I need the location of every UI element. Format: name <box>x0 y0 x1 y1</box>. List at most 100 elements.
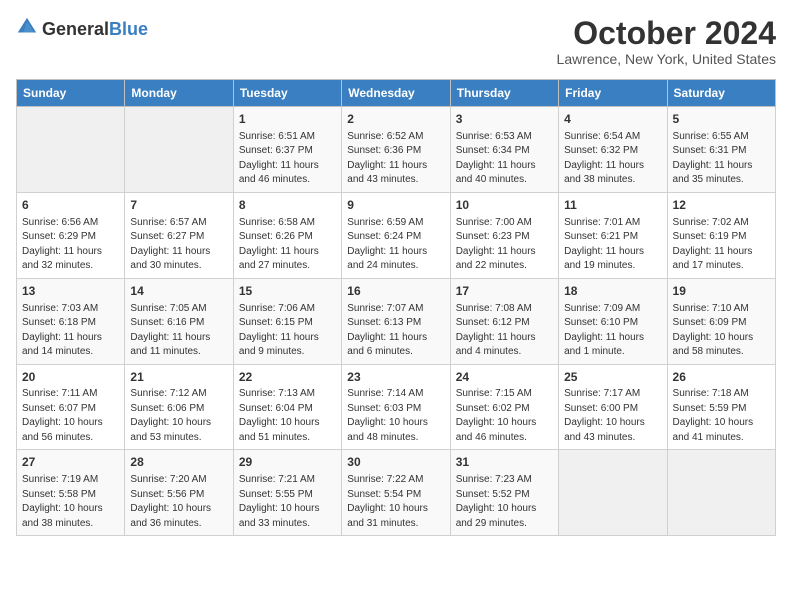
calendar-cell <box>667 450 775 536</box>
day-number: 15 <box>239 283 336 300</box>
calendar-cell: 21Sunrise: 7:12 AMSunset: 6:06 PMDayligh… <box>125 364 233 450</box>
day-number: 20 <box>22 369 119 386</box>
calendar-cell: 18 Sunrise: 7:09 AMSunset: 6:10 PMDayligh… <box>559 278 667 364</box>
calendar-cell: 2Sunrise: 6:52 AMSunset: 6:36 PMDaylight… <box>342 107 450 193</box>
logo-icon <box>16 16 38 38</box>
weekday-header-wednesday: Wednesday <box>342 80 450 107</box>
day-number: 2 <box>347 111 444 128</box>
calendar-week-5: 27 Sunrise: 7:19 AMSunset: 5:58 PMDayligh… <box>17 450 776 536</box>
calendar-cell: 14 Sunrise: 7:05 AMSunset: 6:16 PMDayligh… <box>125 278 233 364</box>
day-info: Sunrise: 7:18 AMSunset: 5:59 PMDaylight:… <box>673 387 770 445</box>
calendar-cell: 7 Sunrise: 6:57 AMSunset: 6:27 PMDaylight… <box>125 192 233 278</box>
day-number: 19 <box>673 283 770 300</box>
day-number: 16 <box>347 283 444 300</box>
day-number: 25 <box>564 369 661 386</box>
day-info: Sunrise: 7:01 AMSunset: 6:21 PMDaylight:… <box>564 216 661 274</box>
weekday-header-thursday: Thursday <box>450 80 558 107</box>
calendar-cell: 1 Sunrise: 6:51 AMSunset: 6:37 PMDaylight… <box>233 107 341 193</box>
weekday-row: SundayMondayTuesdayWednesdayThursdayFrid… <box>17 80 776 107</box>
day-info: Sunrise: 7:23 AMSunset: 5:52 PMDaylight:… <box>456 473 553 531</box>
calendar-cell: 30 Sunrise: 7:22 AMSunset: 5:54 PMDayligh… <box>342 450 450 536</box>
calendar-cell: 13 Sunrise: 7:03 AMSunset: 6:18 PMDayligh… <box>17 278 125 364</box>
calendar-cell: 10Sunrise: 7:00 AMSunset: 6:23 PMDayligh… <box>450 192 558 278</box>
day-info: Sunrise: 7:20 AMSunset: 5:56 PMDaylight:… <box>130 473 227 531</box>
day-number: 24 <box>456 369 553 386</box>
day-info: Sunrise: 6:58 AMSunset: 6:26 PMDaylight:… <box>239 216 336 274</box>
day-info: Sunrise: 6:57 AMSunset: 6:27 PMDaylight:… <box>130 216 227 274</box>
day-info: Sunrise: 7:09 AMSunset: 6:10 PMDaylight:… <box>564 302 661 360</box>
day-info: Sunrise: 7:12 AMSunset: 6:06 PMDaylight:… <box>130 387 227 445</box>
weekday-header-sunday: Sunday <box>17 80 125 107</box>
day-number: 3 <box>456 111 553 128</box>
page-header: GeneralBlue October 2024 Lawrence, New Y… <box>16 16 776 67</box>
day-number: 14 <box>130 283 227 300</box>
day-number: 4 <box>564 111 661 128</box>
day-number: 10 <box>456 197 553 214</box>
day-number: 21 <box>130 369 227 386</box>
day-info: Sunrise: 6:56 AMSunset: 6:29 PMDaylight:… <box>22 216 119 274</box>
day-number: 13 <box>22 283 119 300</box>
day-info: Sunrise: 7:02 AMSunset: 6:19 PMDaylight:… <box>673 216 770 274</box>
day-info: Sunrise: 7:10 AMSunset: 6:09 PMDaylight:… <box>673 302 770 360</box>
day-number: 23 <box>347 369 444 386</box>
day-number: 17 <box>456 283 553 300</box>
calendar-week-1: 1 Sunrise: 6:51 AMSunset: 6:37 PMDaylight… <box>17 107 776 193</box>
calendar-cell: 15Sunrise: 7:06 AMSunset: 6:15 PMDayligh… <box>233 278 341 364</box>
calendar-cell: 27 Sunrise: 7:19 AMSunset: 5:58 PMDayligh… <box>17 450 125 536</box>
day-info: Sunrise: 7:19 AMSunset: 5:58 PMDaylight:… <box>22 473 119 531</box>
calendar-cell <box>125 107 233 193</box>
day-number: 30 <box>347 454 444 471</box>
day-info: Sunrise: 7:03 AMSunset: 6:18 PMDaylight:… <box>22 302 119 360</box>
day-number: 5 <box>673 111 770 128</box>
month-title: October 2024 <box>557 16 776 51</box>
location: Lawrence, New York, United States <box>557 51 776 67</box>
calendar-cell: 24Sunrise: 7:15 AMSunset: 6:02 PMDayligh… <box>450 364 558 450</box>
calendar-cell: 6 Sunrise: 6:56 AMSunset: 6:29 PMDaylight… <box>17 192 125 278</box>
calendar-cell: 9Sunrise: 6:59 AMSunset: 6:24 PMDaylight… <box>342 192 450 278</box>
day-info: Sunrise: 7:21 AMSunset: 5:55 PMDaylight:… <box>239 473 336 531</box>
calendar-cell: 12 Sunrise: 7:02 AMSunset: 6:19 PMDayligh… <box>667 192 775 278</box>
day-number: 1 <box>239 111 336 128</box>
day-number: 11 <box>564 197 661 214</box>
calendar-cell: 3 Sunrise: 6:53 AMSunset: 6:34 PMDaylight… <box>450 107 558 193</box>
day-number: 8 <box>239 197 336 214</box>
day-info: Sunrise: 6:55 AMSunset: 6:31 PMDaylight:… <box>673 130 770 188</box>
calendar-cell: 17 Sunrise: 7:08 AMSunset: 6:12 PMDayligh… <box>450 278 558 364</box>
day-number: 31 <box>456 454 553 471</box>
calendar-cell: 4 Sunrise: 6:54 AMSunset: 6:32 PMDaylight… <box>559 107 667 193</box>
day-number: 26 <box>673 369 770 386</box>
day-number: 27 <box>22 454 119 471</box>
day-info: Sunrise: 7:08 AMSunset: 6:12 PMDaylight:… <box>456 302 553 360</box>
calendar-cell: 19 Sunrise: 7:10 AMSunset: 6:09 PMDayligh… <box>667 278 775 364</box>
day-info: Sunrise: 7:14 AMSunset: 6:03 PMDaylight:… <box>347 387 444 445</box>
calendar-week-3: 13 Sunrise: 7:03 AMSunset: 6:18 PMDayligh… <box>17 278 776 364</box>
calendar-cell <box>17 107 125 193</box>
calendar-cell: 11 Sunrise: 7:01 AMSunset: 6:21 PMDayligh… <box>559 192 667 278</box>
calendar-cell: 26Sunrise: 7:18 AMSunset: 5:59 PMDayligh… <box>667 364 775 450</box>
day-info: Sunrise: 7:11 AMSunset: 6:07 PMDaylight:… <box>22 387 119 445</box>
day-info: Sunrise: 6:51 AMSunset: 6:37 PMDaylight:… <box>239 130 336 188</box>
day-info: Sunrise: 7:22 AMSunset: 5:54 PMDaylight:… <box>347 473 444 531</box>
day-info: Sunrise: 7:17 AMSunset: 6:00 PMDaylight:… <box>564 387 661 445</box>
title-block: October 2024 Lawrence, New York, United … <box>557 16 776 67</box>
calendar-table: SundayMondayTuesdayWednesdayThursdayFrid… <box>16 79 776 536</box>
calendar-cell: 8 Sunrise: 6:58 AMSunset: 6:26 PMDaylight… <box>233 192 341 278</box>
day-info: Sunrise: 7:05 AMSunset: 6:16 PMDaylight:… <box>130 302 227 360</box>
day-number: 7 <box>130 197 227 214</box>
calendar-week-4: 20Sunrise: 7:11 AMSunset: 6:07 PMDayligh… <box>17 364 776 450</box>
day-number: 9 <box>347 197 444 214</box>
day-info: Sunrise: 6:53 AMSunset: 6:34 PMDaylight:… <box>456 130 553 188</box>
weekday-header-friday: Friday <box>559 80 667 107</box>
day-info: Sunrise: 7:15 AMSunset: 6:02 PMDaylight:… <box>456 387 553 445</box>
day-number: 18 <box>564 283 661 300</box>
calendar-week-2: 6 Sunrise: 6:56 AMSunset: 6:29 PMDaylight… <box>17 192 776 278</box>
day-info: Sunrise: 6:54 AMSunset: 6:32 PMDaylight:… <box>564 130 661 188</box>
day-info: Sunrise: 7:13 AMSunset: 6:04 PMDaylight:… <box>239 387 336 445</box>
day-number: 28 <box>130 454 227 471</box>
day-number: 6 <box>22 197 119 214</box>
logo-general: GeneralBlue <box>42 20 148 40</box>
calendar-cell: 5 Sunrise: 6:55 AMSunset: 6:31 PMDaylight… <box>667 107 775 193</box>
calendar-cell <box>559 450 667 536</box>
day-number: 12 <box>673 197 770 214</box>
calendar-cell: 28 Sunrise: 7:20 AMSunset: 5:56 PMDayligh… <box>125 450 233 536</box>
